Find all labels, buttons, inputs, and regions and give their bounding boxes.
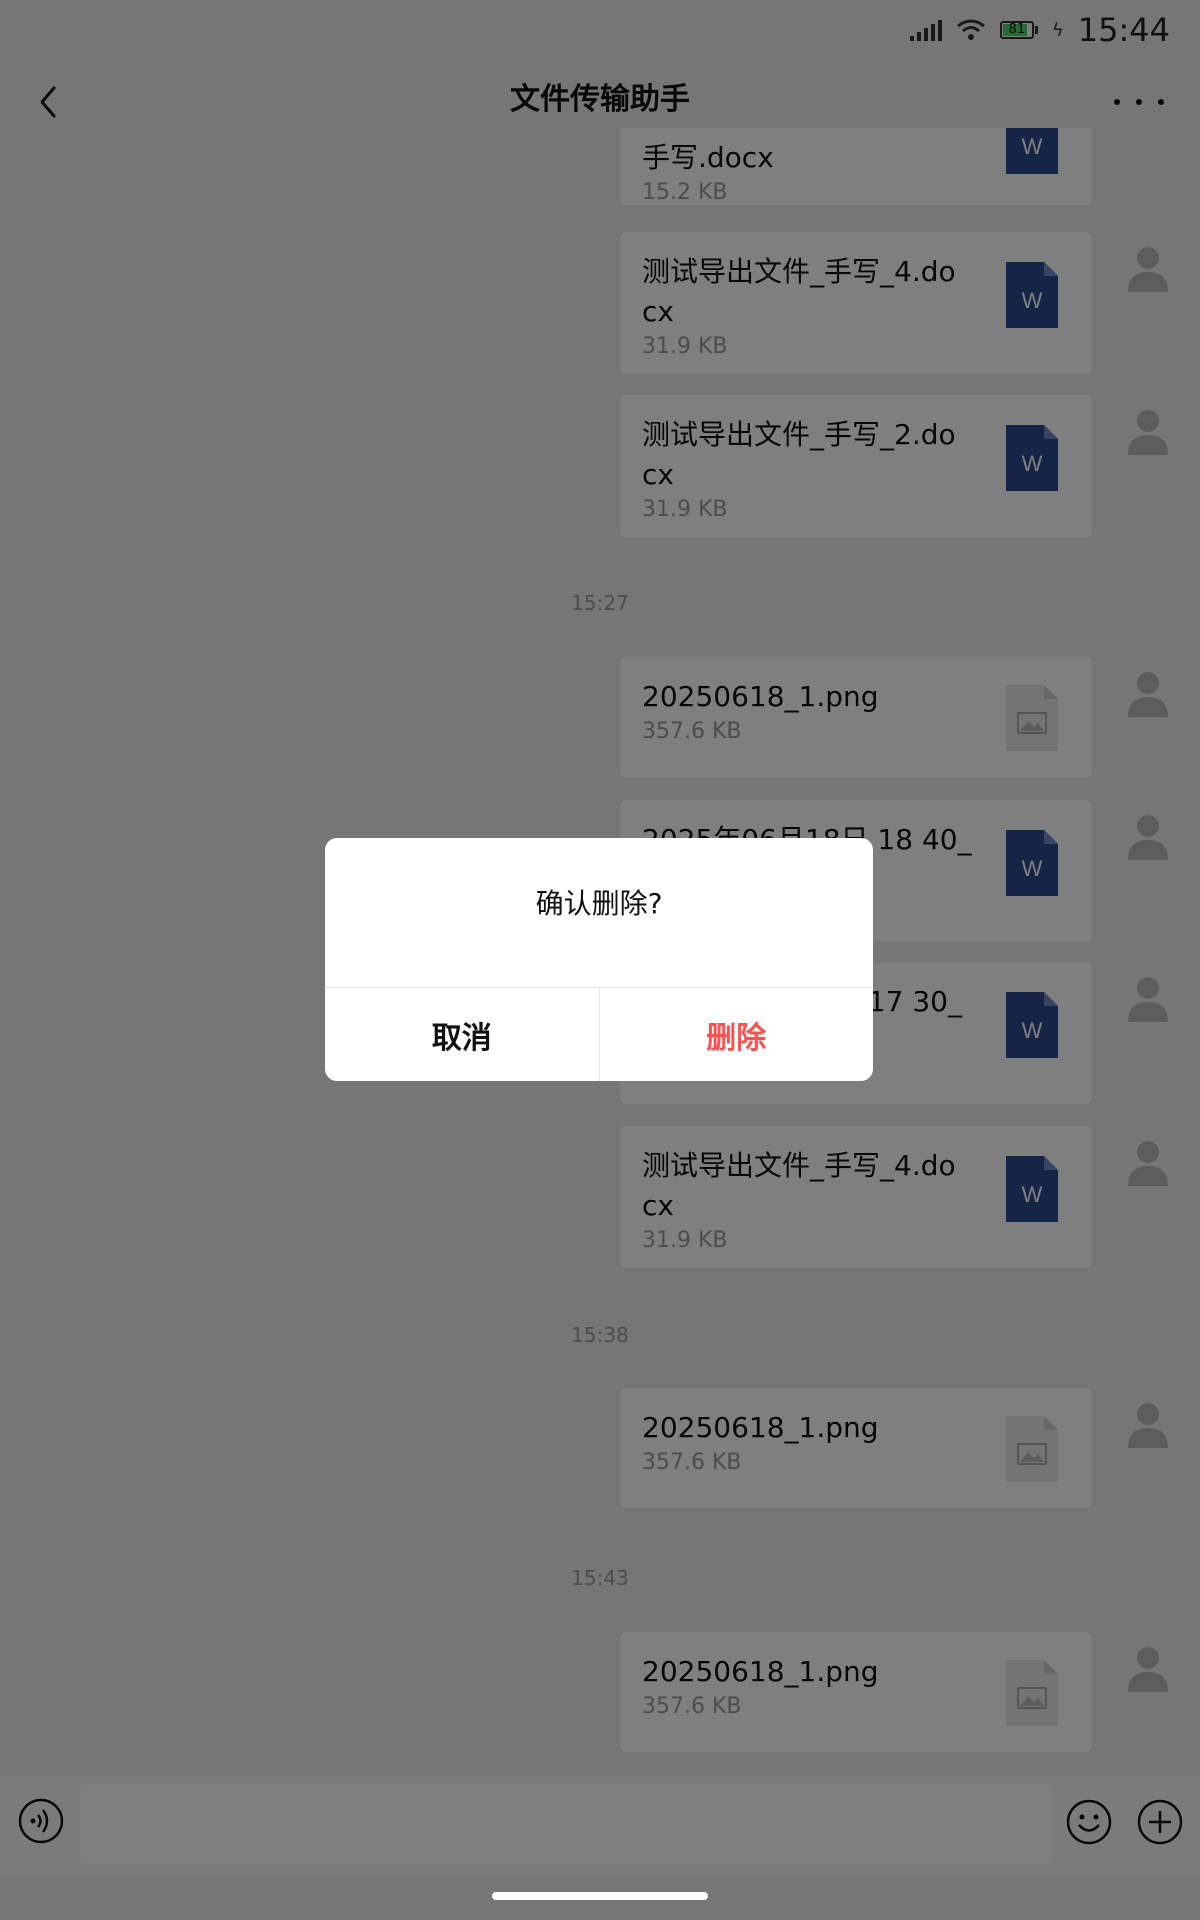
cancel-button[interactable]: 取消 xyxy=(325,988,600,1081)
delete-button[interactable]: 删除 xyxy=(600,988,874,1081)
dialog-buttons: 取消 删除 xyxy=(325,987,873,1081)
dialog-message: 确认删除? xyxy=(535,887,663,920)
confirm-delete-dialog: 确认删除? 取消 删除 xyxy=(325,838,873,1081)
home-indicator[interactable] xyxy=(492,1892,708,1900)
